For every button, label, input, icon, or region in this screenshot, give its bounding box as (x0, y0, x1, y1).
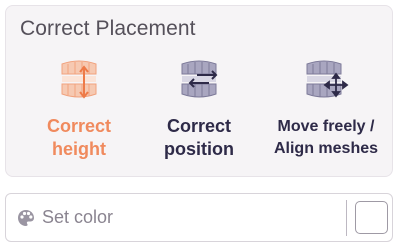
set-color-field[interactable]: Set color (5, 193, 393, 242)
correct-position-label-line2: position (164, 139, 234, 159)
correct-position-button[interactable]: Correct position (139, 58, 259, 161)
set-color-label: Set color (42, 207, 114, 227)
color-swatch[interactable] (355, 201, 388, 234)
move-freely-button[interactable]: Move freely / Align meshes (261, 58, 391, 160)
palette-icon (16, 208, 36, 228)
correct-placement-panel: Correct Placement Correct height Correct… (5, 5, 393, 177)
teeth-height-icon (55, 58, 103, 104)
correct-height-label-line2: height (52, 139, 106, 159)
teeth-move-icon (302, 58, 350, 104)
correct-height-label-line1: Correct (46, 116, 112, 136)
panel-title: Correct Placement (20, 17, 196, 40)
teeth-position-icon (175, 58, 223, 104)
correct-position-label-line1: Correct (166, 116, 232, 136)
move-freely-label-line1: Move freely / (277, 118, 375, 135)
divider (346, 200, 347, 236)
move-freely-label-line2: Align meshes (273, 140, 379, 157)
correct-height-button[interactable]: Correct height (19, 58, 139, 161)
